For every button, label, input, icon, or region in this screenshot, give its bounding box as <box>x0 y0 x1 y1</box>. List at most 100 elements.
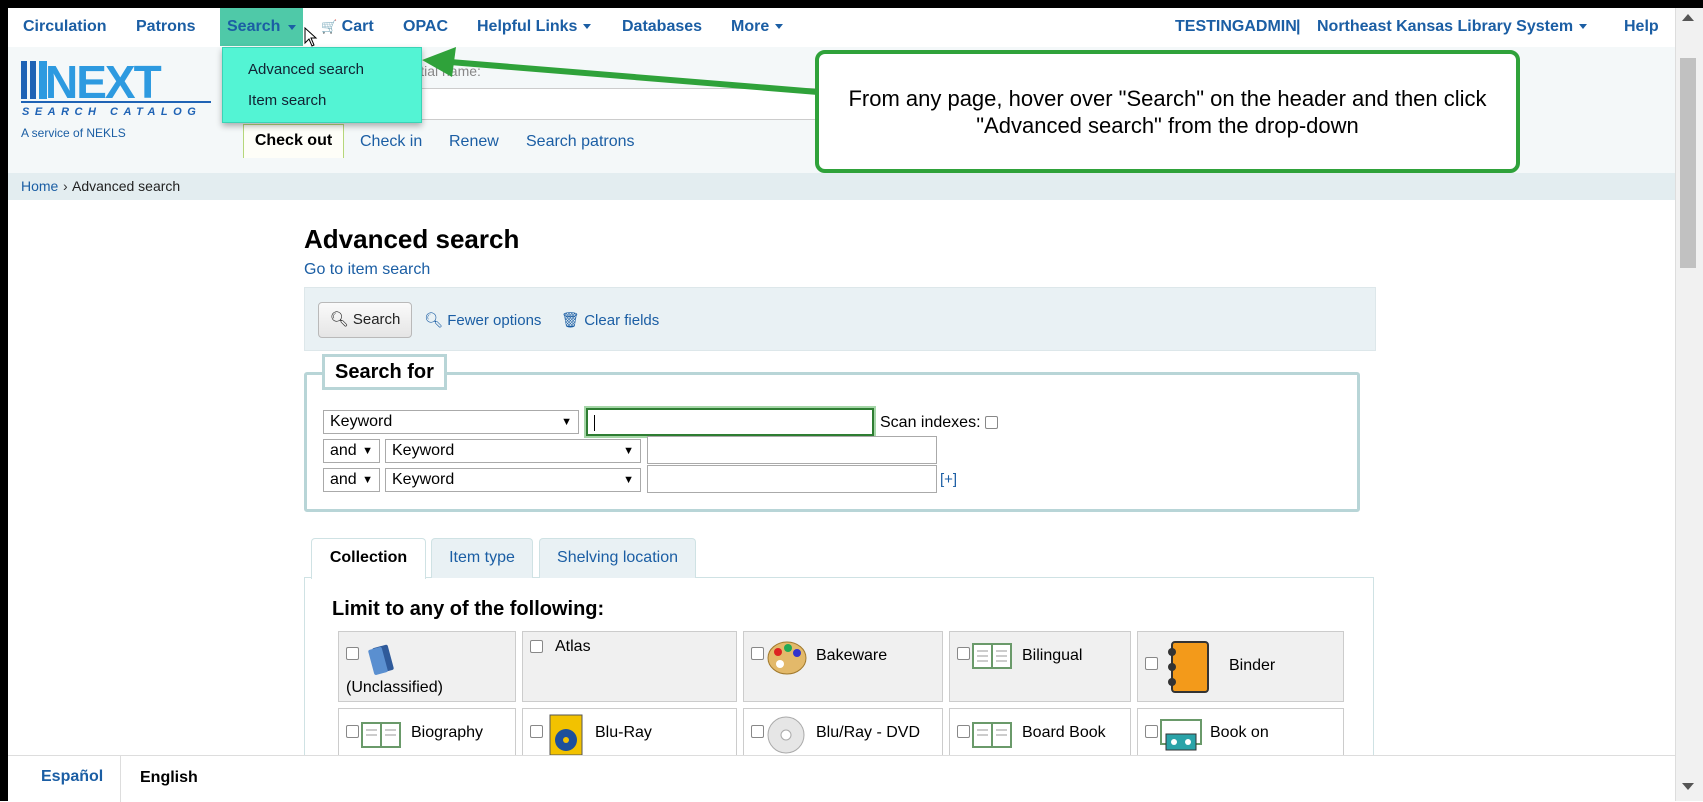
collection-checkbox[interactable] <box>957 725 970 738</box>
logo-text: NEXT <box>45 59 162 108</box>
tab-search-patrons[interactable]: Search patrons <box>526 133 635 151</box>
operator-select-2-value: and <box>330 442 357 459</box>
books-icon <box>368 644 394 675</box>
header-search-input[interactable] <box>388 88 818 120</box>
collection-label: Atlas <box>555 638 591 655</box>
logo-subtitle: SEARCH CATALOG <box>22 106 201 118</box>
field-select-2[interactable]: Keyword ▼ <box>385 439 641 463</box>
fewer-options-link[interactable]: 🔍︎ Fewer options <box>424 311 541 329</box>
breadcrumb: Home › Advanced search <box>8 173 1675 200</box>
breadcrumb-separator: › <box>63 178 68 194</box>
language-espanol-link[interactable]: Español <box>41 768 103 786</box>
nav-user[interactable]: TESTINGADMIN <box>1175 18 1297 36</box>
collection-option-atlas[interactable]: Atlas <box>522 631 737 702</box>
language-footer: Español English <box>8 755 1675 802</box>
tab-check-in[interactable]: Check in <box>360 133 422 151</box>
top-navbar: Circulation Patrons Search 🛒 Cart OPAC H… <box>8 8 1675 47</box>
nav-helpful-links[interactable]: Helpful Links <box>477 18 592 36</box>
nav-opac[interactable]: OPAC <box>403 18 448 36</box>
trash-icon: 🗑︎ <box>561 312 581 329</box>
collection-checkbox[interactable] <box>957 647 970 660</box>
dropdown-arrow-icon: ▼ <box>362 445 373 457</box>
collection-option-bluray-dvd[interactable]: Blu/Ray - DVD <box>743 708 943 758</box>
chevron-down-icon <box>775 24 784 30</box>
search-toolbar: 🔍︎ Search 🔍︎ Fewer options 🗑︎ Clear fiel… <box>304 287 1376 351</box>
collection-option-bakeware[interactable]: Bakeware <box>743 631 943 702</box>
collection-option-board-book[interactable]: Board Book <box>949 708 1131 758</box>
collection-checkbox[interactable] <box>1145 657 1158 670</box>
field-select-1[interactable]: Keyword ▼ <box>323 410 579 434</box>
collection-checkbox[interactable] <box>751 725 764 738</box>
collection-label: Book on <box>1210 724 1269 741</box>
language-english-current: English <box>120 756 198 802</box>
field-select-3[interactable]: Keyword ▼ <box>385 468 641 492</box>
binder-icon <box>1168 641 1209 693</box>
collection-checkbox[interactable] <box>1145 725 1158 738</box>
search-button[interactable]: 🔍︎ Search <box>318 302 412 338</box>
search-term-input-3[interactable] <box>647 465 937 493</box>
collection-option-binder[interactable]: Binder <box>1137 631 1344 702</box>
operator-select-2[interactable]: and ▼ <box>323 439 380 463</box>
nav-circulation[interactable]: Circulation <box>23 18 107 36</box>
tab-item-type[interactable]: Item type <box>431 538 533 578</box>
search-term-input-2[interactable] <box>647 436 937 464</box>
fewer-options-label: Fewer options <box>447 312 542 329</box>
next-logo[interactable]: NEXT SEARCH CATALOG <box>21 56 211 121</box>
collection-checkbox[interactable] <box>346 725 359 738</box>
nav-databases[interactable]: Databases <box>622 18 702 36</box>
collection-label: Bilingual <box>1022 647 1083 664</box>
collection-option-blu-ray[interactable]: Blu-Ray <box>522 708 737 758</box>
chevron-down-icon <box>288 25 296 30</box>
scan-indexes-checkbox[interactable] <box>984 416 998 430</box>
breadcrumb-current: Advanced search <box>72 178 181 194</box>
collection-label: (Unclassified) <box>346 679 443 696</box>
nav-separator: | <box>1296 18 1301 35</box>
nav-more-label: More <box>731 18 770 35</box>
collection-label: Binder <box>1229 657 1276 674</box>
nav-helpful-links-label: Helpful Links <box>477 18 578 35</box>
clear-fields-link[interactable]: 🗑︎ Clear fields <box>561 311 659 329</box>
collection-option-book-on[interactable]: Book on <box>1137 708 1344 758</box>
cart-icon: 🛒 <box>321 19 338 34</box>
collection-checkbox[interactable] <box>530 725 543 738</box>
collection-option-unclassified[interactable]: (Unclassified) <box>338 631 516 702</box>
collection-option-bilingual[interactable]: Bilingual <box>949 631 1131 702</box>
scroll-down-arrow-icon[interactable] <box>1682 783 1694 790</box>
breadcrumb-home[interactable]: Home <box>21 178 58 194</box>
add-row-link[interactable]: [+] <box>940 471 957 488</box>
scroll-up-arrow-icon[interactable] <box>1682 14 1694 21</box>
collection-checkbox[interactable] <box>346 647 359 660</box>
nav-patrons[interactable]: Patrons <box>136 18 196 36</box>
nav-cart[interactable]: 🛒 Cart <box>321 18 374 36</box>
menu-item-item-search[interactable]: Item search <box>248 92 326 109</box>
operator-select-3-value: and <box>330 471 357 488</box>
tab-collection[interactable]: Collection <box>311 538 426 579</box>
nav-search[interactable]: Search <box>220 8 303 46</box>
text-caret <box>594 415 595 431</box>
clear-fields-label: Clear fields <box>584 312 660 329</box>
chevron-down-icon <box>583 24 592 30</box>
nav-cart-label: Cart <box>341 18 374 35</box>
go-to-item-search-link[interactable]: Go to item search <box>304 261 430 279</box>
tab-check-out[interactable]: Check out <box>243 124 344 158</box>
operator-select-3[interactable]: and ▼ <box>323 468 380 492</box>
nav-more[interactable]: More <box>731 18 784 36</box>
dropdown-arrow-icon: ▼ <box>362 474 373 486</box>
service-note: A service of NEKLS <box>21 126 126 140</box>
search-dropdown-menu: Advanced search Item search <box>222 47 422 123</box>
collection-checkbox[interactable] <box>751 647 764 660</box>
collection-checkbox[interactable] <box>530 640 543 653</box>
collection-label: Board Book <box>1022 724 1106 741</box>
nav-help[interactable]: Help <box>1624 18 1659 36</box>
page-scrollbar[interactable] <box>1675 8 1703 801</box>
search-term-input-1[interactable] <box>586 408 874 436</box>
scan-indexes: Scan indexes: <box>880 414 998 432</box>
nav-library[interactable]: Northeast Kansas Library System <box>1317 18 1588 36</box>
tab-renew[interactable]: Renew <box>449 133 499 151</box>
menu-item-advanced-search[interactable]: Advanced search <box>248 61 364 78</box>
zoom-out-icon: 🔍︎ <box>424 312 444 329</box>
scrollbar-thumb[interactable] <box>1680 58 1696 268</box>
collection-option-biography[interactable]: Biography <box>338 708 516 758</box>
palette-icon <box>767 641 807 675</box>
tab-shelving-location[interactable]: Shelving location <box>539 538 696 578</box>
